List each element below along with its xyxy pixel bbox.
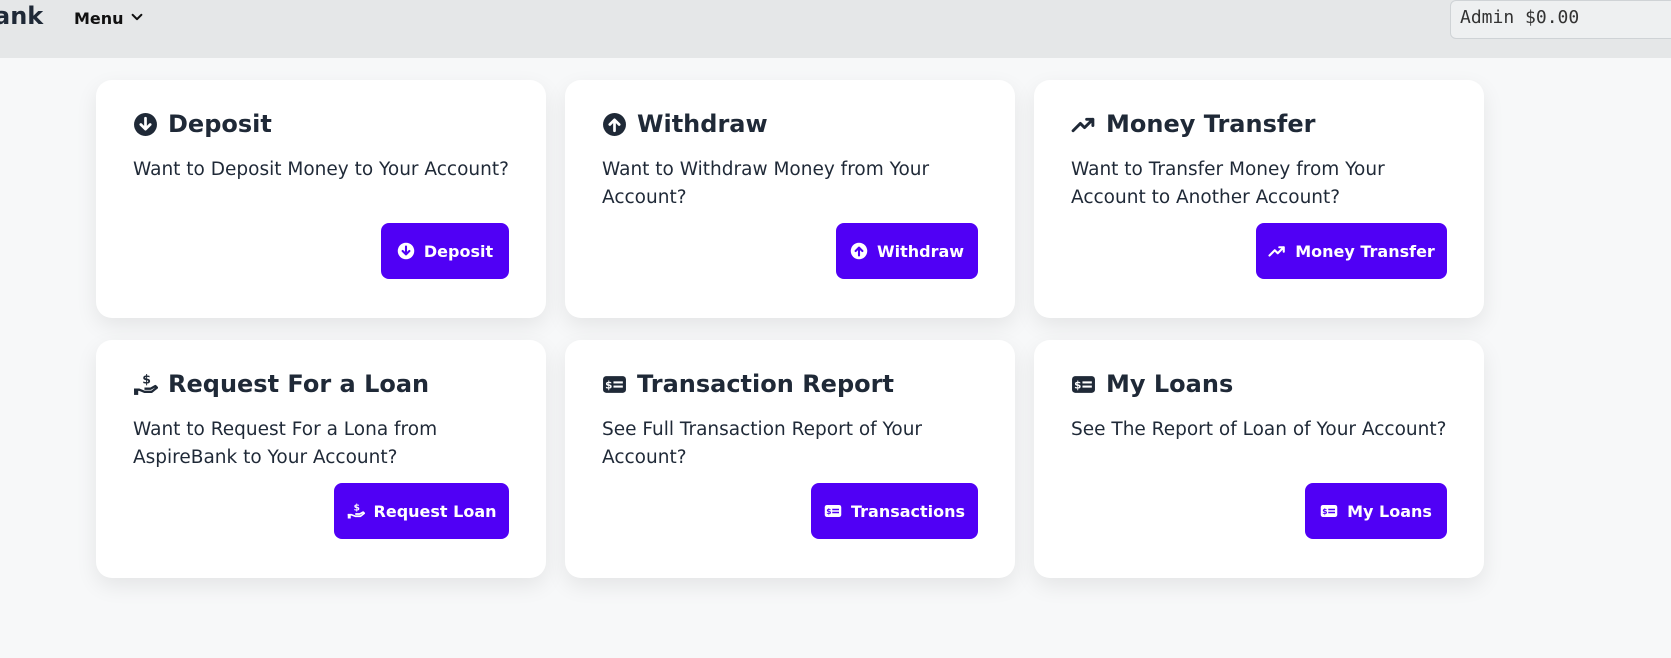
button-label: Money Transfer [1295, 241, 1435, 261]
arrow-down-circle-icon [397, 242, 415, 260]
card-description: See Full Transaction Report of Your Acco… [602, 419, 923, 468]
card-title-text: Transaction Report [637, 370, 894, 398]
dashboard-main: Deposit Want to Deposit Money to Your Ac… [0, 58, 1671, 658]
svg-text:$: $ [1074, 379, 1081, 391]
card-description: See The Report of Loan of Your Account? [1071, 419, 1447, 440]
svg-text:$: $ [353, 503, 359, 513]
deposit-card: Deposit Want to Deposit Money to Your Ac… [96, 80, 546, 318]
deposit-button[interactable]: Deposit [381, 223, 509, 279]
hand-dollar-icon: $ [347, 502, 365, 520]
button-label: Deposit [423, 241, 494, 261]
transactions-button[interactable]: $ Transactions [811, 483, 978, 539]
top-navbar: ank Menu Admin $0.00 [0, 0, 1671, 58]
request-loan-card-title: $ Request For a Loan [133, 370, 429, 398]
card-title-text: Deposit [168, 110, 272, 138]
request-loan-button[interactable]: $ Request Loan [334, 483, 509, 539]
money-transfer-button[interactable]: Money Transfer [1256, 223, 1447, 279]
menu-dropdown[interactable]: Menu [74, 9, 144, 28]
money-transfer-card-title: Money Transfer [1071, 110, 1315, 138]
withdraw-card: Withdraw Want to Withdraw Money from You… [565, 80, 1015, 318]
button-label: Transactions [850, 501, 966, 521]
brand-logo-text[interactable]: ank [0, 2, 43, 30]
svg-text:$: $ [826, 507, 831, 516]
withdraw-button[interactable]: Withdraw [836, 223, 978, 279]
card-title-text: Request For a Loan [168, 370, 430, 398]
button-label: Request Loan [373, 501, 497, 521]
withdraw-card-title: Withdraw [602, 110, 768, 138]
chevron-down-icon [130, 9, 144, 28]
transaction-report-card: $ Transaction Report See Full Transactio… [565, 340, 1015, 578]
svg-text:$: $ [1322, 507, 1327, 516]
card-title-text: My Loans [1106, 370, 1234, 398]
hand-dollar-icon: $ [133, 372, 158, 397]
card-description: Want to Request For a Lona from AspireBa… [133, 419, 438, 468]
my-loans-card-title: $ My Loans [1071, 370, 1233, 398]
trending-up-icon [1071, 112, 1096, 137]
money-check-icon: $ [824, 502, 842, 520]
my-loans-card: $ My Loans See The Report of Loan of You… [1034, 340, 1484, 578]
transaction-report-card-title: $ Transaction Report [602, 370, 894, 398]
svg-text:$: $ [142, 372, 151, 386]
arrow-up-circle-icon [850, 242, 868, 260]
button-label: My Loans [1347, 501, 1432, 521]
card-title-text: Money Transfer [1106, 110, 1316, 138]
menu-label: Menu [74, 9, 124, 28]
my-loans-button[interactable]: $ My Loans [1305, 483, 1447, 539]
card-description: Want to Transfer Money from Your Account… [1071, 159, 1385, 208]
svg-text:$: $ [605, 379, 612, 391]
money-check-icon: $ [1071, 372, 1096, 397]
trending-up-icon [1268, 242, 1286, 260]
card-title-text: Withdraw [637, 110, 768, 138]
user-balance-badge[interactable]: Admin $0.00 [1450, 0, 1671, 39]
card-description: Want to Deposit Money to Your Account? [133, 159, 509, 180]
deposit-card-title: Deposit [133, 110, 272, 138]
request-loan-card: $ Request For a Loan Want to Request For… [96, 340, 546, 578]
money-transfer-card: Money Transfer Want to Transfer Money fr… [1034, 80, 1484, 318]
arrow-down-circle-icon [133, 112, 158, 137]
arrow-up-circle-icon [602, 112, 627, 137]
money-check-icon: $ [602, 372, 627, 397]
button-label: Withdraw [876, 241, 965, 261]
money-check-icon: $ [1320, 502, 1338, 520]
card-description: Want to Withdraw Money from Your Account… [602, 159, 930, 208]
